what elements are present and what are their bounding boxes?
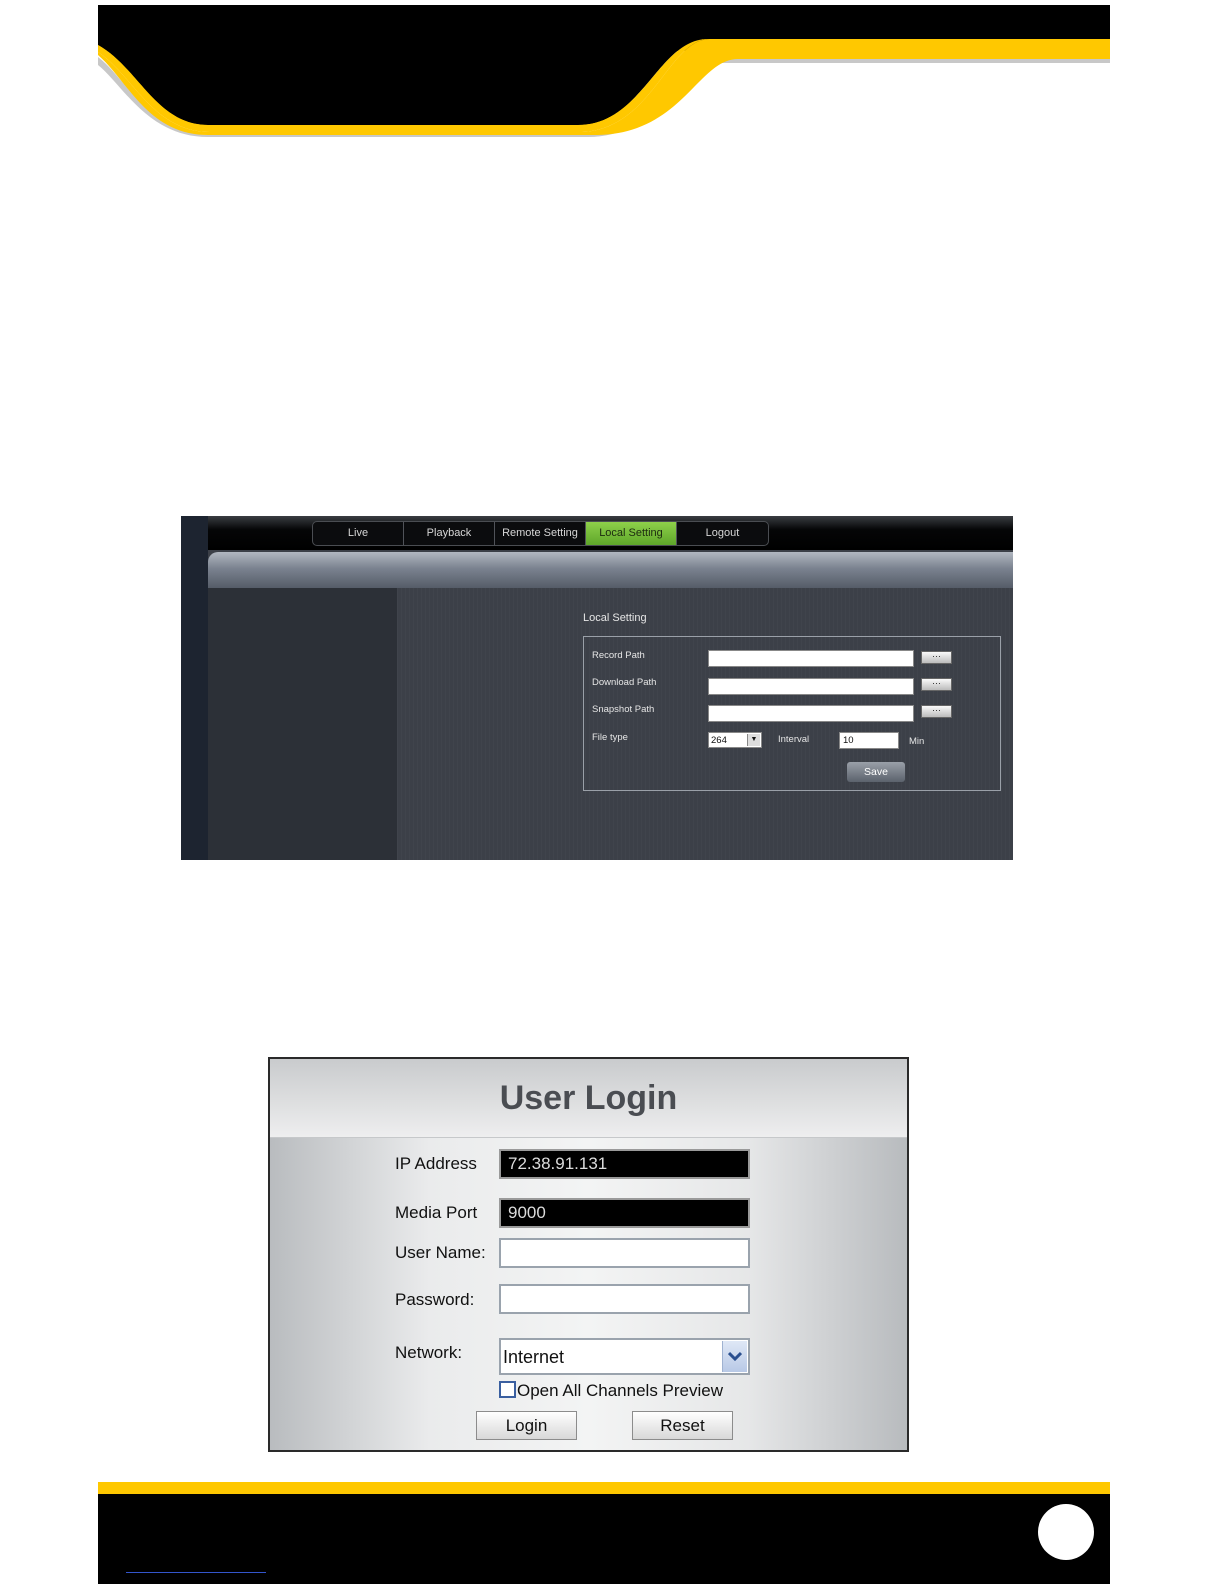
footer-yellow-stripe <box>98 1482 1110 1494</box>
network-select[interactable]: Internet <box>499 1338 750 1375</box>
nav-tabs: Live Playback Remote Setting Local Setti… <box>312 521 769 546</box>
login-button[interactable]: Login <box>476 1411 577 1440</box>
footer-link-underline <box>126 1572 266 1573</box>
file-type-select[interactable]: 264 ▼ <box>708 732 762 748</box>
user-name-input[interactable] <box>499 1238 750 1268</box>
ip-address-label: IP Address <box>395 1154 477 1173</box>
download-path-label: Download Path <box>592 677 657 688</box>
media-port-input[interactable]: 9000 <box>499 1198 750 1228</box>
snapshot-path-browse-button[interactable]: ··· <box>921 705 952 718</box>
reset-button[interactable]: Reset <box>632 1411 733 1440</box>
tab-logout[interactable]: Logout <box>677 522 768 545</box>
snapshot-path-input[interactable] <box>708 705 914 722</box>
password-input[interactable] <box>499 1284 750 1314</box>
top-nav-bar: Live Playback Remote Setting Local Setti… <box>208 516 1013 550</box>
interval-unit-label: Min <box>909 736 925 747</box>
interval-input[interactable]: 10 <box>839 732 899 749</box>
snapshot-path-label: Snapshot Path <box>592 704 655 715</box>
dropdown-arrow-icon: ▼ <box>747 734 760 746</box>
password-label: Password: <box>395 1290 475 1309</box>
page-number-circle <box>1038 1504 1094 1560</box>
tab-live[interactable]: Live <box>313 522 404 545</box>
network-value: Internet <box>503 1347 565 1367</box>
tab-remote-setting[interactable]: Remote Setting <box>495 522 586 545</box>
file-type-value: 264 <box>711 735 727 746</box>
header-swoosh-graphic <box>98 5 1110 137</box>
save-button[interactable]: Save <box>847 762 905 782</box>
interval-label: Interval <box>778 734 810 745</box>
record-path-input[interactable] <box>708 650 914 667</box>
download-path-input[interactable] <box>708 678 914 695</box>
record-path-label: Record Path <box>592 650 645 661</box>
user-name-label: User Name: <box>395 1243 486 1262</box>
record-path-browse-button[interactable]: ··· <box>921 651 952 664</box>
page-footer-banner <box>98 1482 1110 1584</box>
media-port-label: Media Port <box>395 1203 478 1222</box>
page-header-banner <box>98 5 1110 140</box>
header-band <box>208 552 1013 588</box>
section-title: Local Setting <box>583 612 647 624</box>
tab-local-setting[interactable]: Local Setting <box>586 522 677 545</box>
login-title-band: User Login <box>270 1059 907 1138</box>
open-all-channels-checkbox[interactable] <box>499 1381 516 1398</box>
settings-group-box: Record Path ··· Download Path ··· Snapsh… <box>583 636 1001 791</box>
left-rail <box>181 516 208 860</box>
left-panel <box>208 588 397 860</box>
network-label: Network: <box>395 1343 463 1362</box>
chevron-down-icon <box>722 1341 747 1372</box>
download-path-browse-button[interactable]: ··· <box>921 678 952 691</box>
login-title: User Login <box>499 1079 678 1117</box>
open-all-channels-label: Open All Channels Preview <box>517 1381 724 1400</box>
file-type-label: File type <box>592 732 628 743</box>
user-login-screenshot: User Login IP Address 72.38.91.131 Media… <box>268 1057 909 1452</box>
tab-playback[interactable]: Playback <box>404 522 495 545</box>
ip-address-input[interactable]: 72.38.91.131 <box>499 1149 750 1179</box>
local-setting-screenshot: Live Playback Remote Setting Local Setti… <box>181 516 1013 860</box>
